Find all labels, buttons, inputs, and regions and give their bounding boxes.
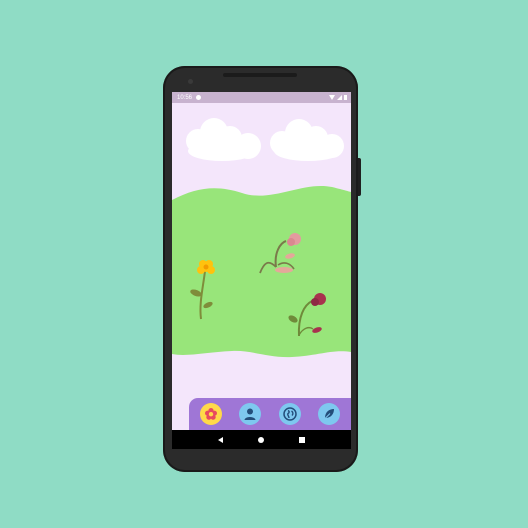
cloud-left [186, 118, 261, 161]
back-icon[interactable] [217, 436, 223, 443]
nav-garden-button[interactable] [199, 403, 222, 425]
signal-icon [337, 95, 342, 100]
person-icon [244, 408, 256, 420]
cloud-right [270, 119, 344, 161]
phone-camera [188, 79, 193, 84]
leaf-icon [323, 409, 335, 420]
recents-icon[interactable] [299, 436, 306, 443]
bottom-navigation [189, 398, 351, 430]
wifi-icon [329, 95, 335, 100]
status-bar: 10:56 [172, 92, 351, 103]
home-icon[interactable] [257, 436, 264, 443]
globe-icon [283, 407, 297, 421]
battery-icon [344, 95, 347, 100]
status-time: 10:56 [177, 94, 193, 101]
flower-icon [204, 408, 217, 420]
status-indicators [329, 95, 347, 100]
phone-speaker [223, 73, 297, 77]
app-preview: 10:56 [0, 0, 528, 528]
nav-profile-button[interactable] [239, 403, 262, 425]
phone-side-button [358, 158, 361, 196]
do-not-disturb-icon [196, 95, 202, 100]
nav-plants-button[interactable] [318, 403, 341, 425]
nav-world-button[interactable] [278, 403, 301, 425]
garden-scene [172, 118, 351, 358]
system-navigation-bar [172, 430, 351, 449]
phone-screen: 10:56 [172, 92, 351, 449]
